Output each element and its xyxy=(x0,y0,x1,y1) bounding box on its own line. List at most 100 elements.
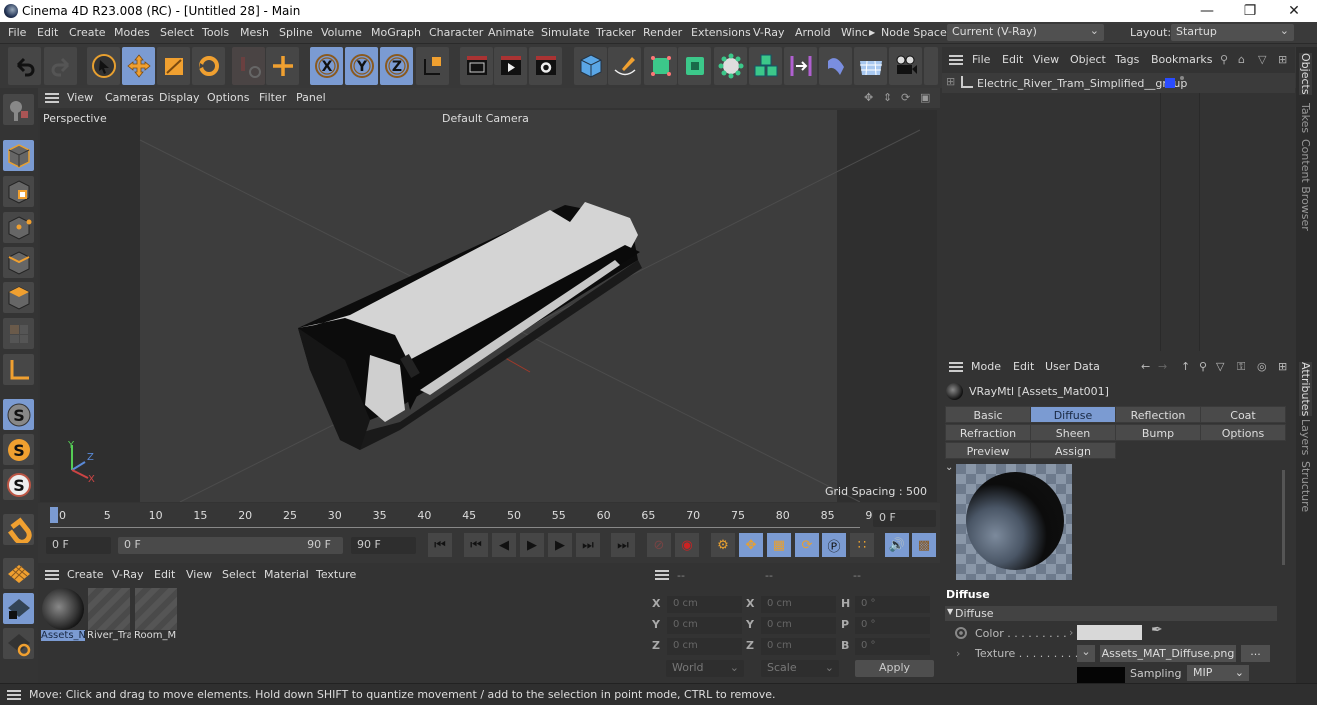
transform-tool-button[interactable] xyxy=(266,47,299,85)
model-mode-button[interactable] xyxy=(3,140,34,171)
coordinate-mode-select[interactable]: Scale ⌄ xyxy=(761,660,839,677)
forward-arrow-icon[interactable]: → xyxy=(1158,360,1167,373)
layer-lock-button[interactable] xyxy=(3,593,34,624)
material-menu-vray[interactable]: V-Ray xyxy=(112,568,144,581)
coordinate-system-button[interactable] xyxy=(416,47,449,85)
viewport-camera-label[interactable]: Default Camera xyxy=(442,112,529,125)
prev-frame-button[interactable]: ◀ xyxy=(492,533,516,557)
subdivision-surface-button[interactable] xyxy=(644,47,677,85)
texture-expand-icon[interactable]: › xyxy=(956,647,960,660)
objects-menu-object[interactable]: Object xyxy=(1070,53,1106,66)
up-arrow-icon[interactable]: ↑ xyxy=(1181,360,1190,373)
layer-button[interactable] xyxy=(3,558,34,589)
viewport-rotate-icon[interactable]: ⟳ xyxy=(901,91,910,104)
coordinate-field[interactable]: 0 cm xyxy=(761,638,836,655)
tab-bump[interactable]: Bump xyxy=(1115,424,1201,441)
menu-mesh[interactable]: Mesh xyxy=(240,26,269,39)
end-frame-field[interactable]: 90 F xyxy=(351,537,416,554)
attributes-menu-edit[interactable]: Edit xyxy=(1013,360,1034,373)
menu-render[interactable]: Render xyxy=(643,26,682,39)
menu-overflow-arrow-icon[interactable]: ▶ xyxy=(869,28,875,37)
coordinate-field[interactable]: 0 cm xyxy=(667,638,742,655)
viewport-3d[interactable]: Y Z X Perspective Default Camera Grid Sp… xyxy=(40,110,937,502)
close-button[interactable]: ✕ xyxy=(1272,0,1316,22)
undo-button[interactable] xyxy=(8,47,41,85)
new-window-icon[interactable]: ⊞ xyxy=(1278,53,1287,66)
objects-menu-file[interactable]: File xyxy=(972,53,990,66)
node-space-select[interactable]: Current (V-Ray) ⌄ xyxy=(947,24,1104,41)
coordinate-field[interactable]: 0 cm xyxy=(761,596,836,613)
menu-tools[interactable]: Tools xyxy=(202,26,229,39)
color-expand-icon[interactable]: › xyxy=(1069,626,1073,639)
menu-character[interactable]: Character xyxy=(429,26,483,39)
point-mode-button[interactable] xyxy=(3,212,34,243)
texture-browse-button[interactable]: ... xyxy=(1241,645,1270,662)
menu-create[interactable]: Create xyxy=(69,26,106,39)
object-row[interactable]: ⊞ Electric_River_Tram_Simplified__group xyxy=(942,73,1295,93)
next-key-button[interactable]: ⏭ xyxy=(576,533,600,557)
attributes-menu-mode[interactable]: Mode xyxy=(971,360,1001,373)
axis-x-button[interactable]: X xyxy=(310,47,343,85)
tab-assign[interactable]: Assign xyxy=(1030,442,1116,459)
key-rotation-button[interactable]: ⟳ xyxy=(795,533,819,557)
viewport-menu-view[interactable]: View xyxy=(67,91,93,104)
apply-button[interactable]: Apply xyxy=(855,660,934,677)
tab-sheen[interactable]: Sheen xyxy=(1030,424,1116,441)
viewport-dolly-icon[interactable]: ⇕ xyxy=(883,91,892,104)
menu-modes[interactable]: Modes xyxy=(114,26,150,39)
side-tab-objects[interactable]: Objects xyxy=(1299,53,1312,95)
menu-window[interactable]: Winc xyxy=(841,26,868,39)
menu-volume[interactable]: Volume xyxy=(321,26,362,39)
menu-simulate[interactable]: Simulate xyxy=(541,26,590,39)
tab-basic[interactable]: Basic xyxy=(945,406,1031,423)
material-menu-view[interactable]: View xyxy=(186,568,212,581)
diffuse-group-header[interactable]: Diffuse ▼ xyxy=(945,606,1277,621)
expand-icon[interactable]: ⊞ xyxy=(946,75,955,88)
coordinate-field[interactable]: 0 cm xyxy=(761,617,836,634)
polygon-mode-button[interactable] xyxy=(3,282,34,313)
edge-mode-button[interactable] xyxy=(3,247,34,278)
menu-extensions[interactable]: Extensions xyxy=(691,26,751,39)
tab-preview-settings[interactable]: Preview Settings xyxy=(945,442,1031,475)
collapse-preview-icon[interactable]: ⌄ xyxy=(945,462,953,473)
key-scale-button[interactable]: ▦ xyxy=(767,533,791,557)
menu-file[interactable]: File xyxy=(8,26,26,39)
redo-button[interactable] xyxy=(44,47,77,85)
material-menu-select[interactable]: Select xyxy=(222,568,256,581)
animate-radio-icon[interactable] xyxy=(955,627,967,639)
toolbar-overflow[interactable] xyxy=(924,47,938,85)
symmetry-button[interactable] xyxy=(784,47,817,85)
uv-mode-button[interactable] xyxy=(3,318,34,349)
viewport-pan-icon[interactable]: ✥ xyxy=(864,91,873,104)
key-position-button[interactable]: ✥ xyxy=(739,533,763,557)
goto-end-button[interactable]: ⏭ xyxy=(611,533,635,557)
side-tab-structure[interactable]: Structure xyxy=(1299,461,1312,512)
next-frame-button[interactable]: ▶ xyxy=(548,533,572,557)
render-picture-viewer-button[interactable] xyxy=(494,47,527,85)
rotate-tool-button[interactable] xyxy=(192,47,225,85)
material-menu-texture[interactable]: Texture xyxy=(316,568,356,581)
prev-key-button[interactable]: ⏮ xyxy=(464,533,488,557)
floor-button[interactable] xyxy=(854,47,887,85)
home-icon[interactable]: ⌂ xyxy=(1238,53,1245,66)
status-hamburger-icon[interactable] xyxy=(7,690,21,700)
viewport-maximize-icon[interactable]: ▣ xyxy=(920,91,930,104)
material-swatch[interactable]: River_Tra xyxy=(87,588,131,646)
play-button[interactable]: ▶ xyxy=(520,533,544,557)
objects-hamburger-icon[interactable] xyxy=(949,55,963,65)
visibility-dots[interactable] xyxy=(1180,76,1184,89)
menu-spline[interactable]: Spline xyxy=(279,26,313,39)
lock-icon[interactable]: ⚿ xyxy=(1237,360,1245,374)
deformer-button[interactable] xyxy=(819,47,852,85)
menu-tracker[interactable]: Tracker xyxy=(596,26,636,39)
material-menu-edit[interactable]: Edit xyxy=(154,568,175,581)
extrude-button[interactable] xyxy=(678,47,711,85)
eyedropper-icon[interactable]: ✒ xyxy=(1151,622,1163,638)
array-button[interactable] xyxy=(749,47,782,85)
material-menu-material[interactable]: Material xyxy=(264,568,309,581)
menu-select[interactable]: Select xyxy=(160,26,194,39)
sampling-select[interactable]: MIP ⌄ xyxy=(1187,665,1249,681)
coordinates-hamburger-icon[interactable] xyxy=(655,570,669,580)
record-keys-button[interactable]: ⊘ xyxy=(647,533,671,557)
menu-vray[interactable]: V-Ray xyxy=(753,26,785,39)
